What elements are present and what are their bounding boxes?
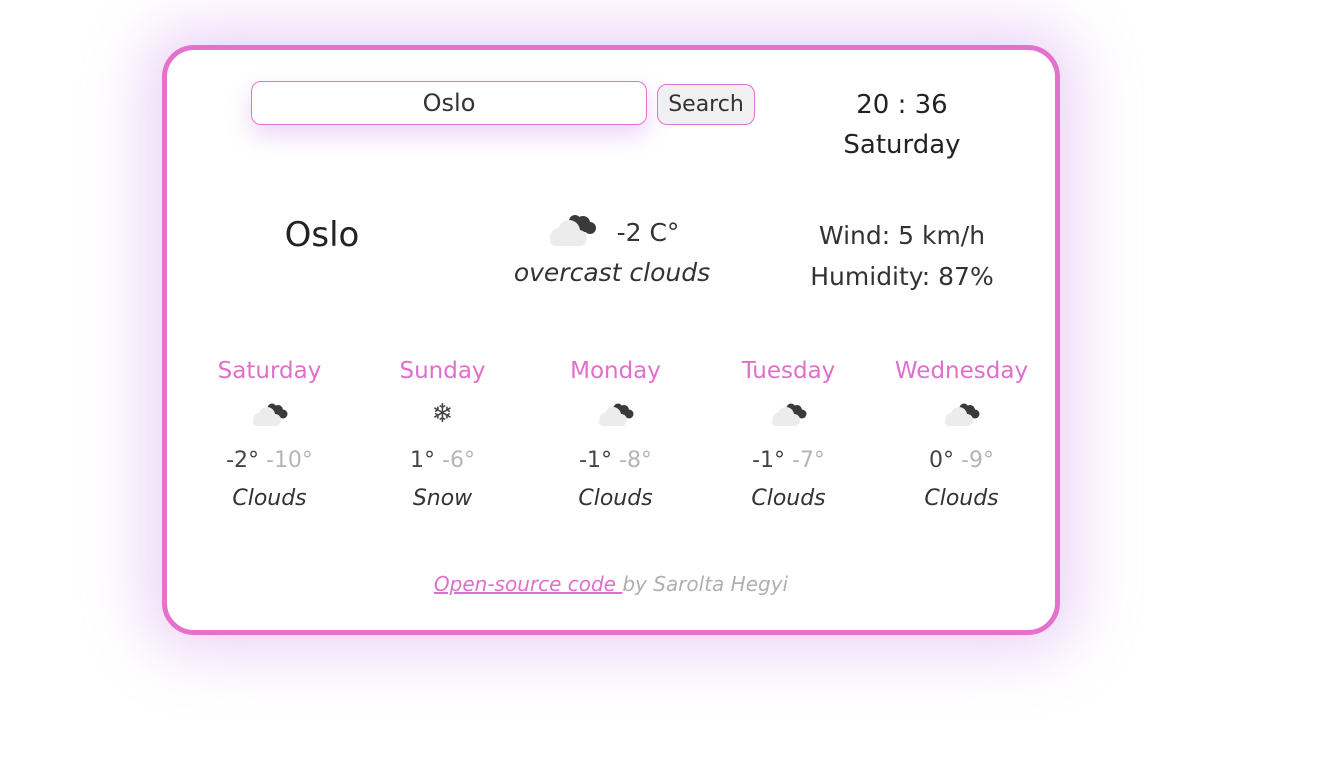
forecast-day: Tuesday -1° -7° Clouds <box>702 357 875 513</box>
forecast-condition: Clouds <box>232 486 307 511</box>
forecast-day-name: Tuesday <box>741 358 836 384</box>
forecast-day: Wednesday 0° -9° Clouds <box>875 357 1048 513</box>
clouds-icon <box>529 393 702 435</box>
search-input[interactable] <box>251 81 647 125</box>
weather-details: Wind: 5 km/h Humidity: 87% <box>787 215 1017 297</box>
current-temperature: -2 C° <box>616 217 680 247</box>
forecast-max-temp: 0° <box>929 448 955 473</box>
footer: Open-source code by Sarolta Hegyi <box>167 572 1055 596</box>
forecast-min-temp: -8° <box>619 448 652 473</box>
clock: 20 : 36 Saturday <box>807 88 997 164</box>
forecast-condition: Clouds <box>751 486 826 511</box>
search-button[interactable]: Search <box>657 84 755 125</box>
city-name: Oslo <box>284 215 360 255</box>
forecast-max-temp: -2° <box>226 448 259 473</box>
snowflake-icon: ❄ <box>431 399 454 429</box>
forecast-day: Sunday ❄ 1° -6° Snow <box>356 357 529 513</box>
forecast-max-temp: 1° <box>410 448 436 473</box>
overcast-clouds-icon <box>545 212 601 252</box>
wind-speed: Wind: 5 km/h <box>818 221 986 250</box>
forecast-day-name: Monday <box>570 358 661 384</box>
author-credit: by Sarolta Hegyi <box>622 572 789 596</box>
forecast-max-temp: -1° <box>752 448 785 473</box>
forecast-min-temp: -10° <box>266 448 313 473</box>
current-day: Saturday <box>843 130 961 160</box>
forecast-condition: Clouds <box>578 486 653 511</box>
forecast-day-name: Saturday <box>217 358 322 384</box>
forecast-day: Monday -1° -8° Clouds <box>529 357 702 513</box>
forecast-condition: Snow <box>412 486 473 511</box>
forecast-max-temp: -1° <box>579 448 612 473</box>
forecast-day-name: Sunday <box>399 358 486 384</box>
current-weather: -2 C° overcast clouds <box>497 212 727 287</box>
forecast-day: Saturday -2° -10° Clouds <box>183 357 356 513</box>
current-time: 20 : 36 <box>856 90 948 120</box>
forecast-min-temp: -9° <box>961 448 994 473</box>
humidity: Humidity: 87% <box>810 262 994 291</box>
weather-card: Search 20 : 36 Saturday Oslo -2 C° <box>162 45 1060 635</box>
forecast-day-name: Wednesday <box>894 358 1029 384</box>
clouds-icon <box>875 393 1048 435</box>
forecast-condition: Clouds <box>924 486 999 511</box>
forecast-min-temp: -7° <box>792 448 825 473</box>
forecast-min-temp: -6° <box>442 448 475 473</box>
weather-description: overcast clouds <box>513 258 711 287</box>
clouds-icon <box>702 393 875 435</box>
source-code-link[interactable]: Open-source code <box>434 572 622 596</box>
forecast: Saturday -2° -10° Clouds Sunday ❄ 1° -6°… <box>183 357 1049 513</box>
clouds-icon <box>183 393 356 435</box>
